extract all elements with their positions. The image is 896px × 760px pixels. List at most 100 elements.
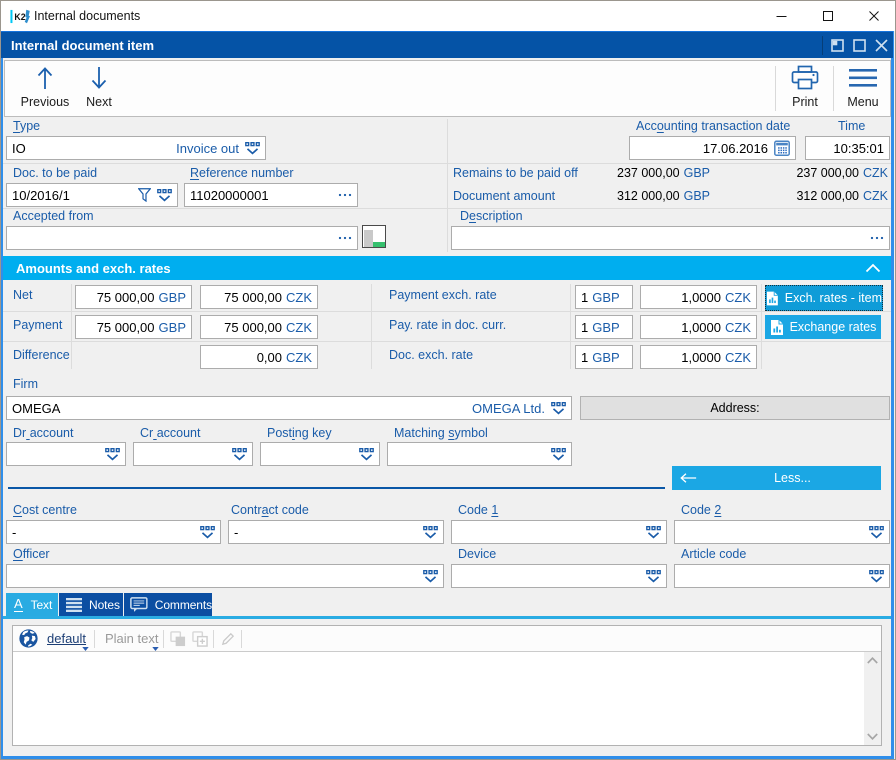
ellipsis-icon[interactable] xyxy=(338,193,352,197)
dropdown-icon[interactable] xyxy=(551,448,566,461)
dropdown-icon[interactable] xyxy=(200,526,215,539)
dropdown-icon[interactable] xyxy=(869,570,884,583)
contract-code-field[interactable]: - xyxy=(228,520,444,544)
doc-restore-button[interactable] xyxy=(827,35,847,56)
posting-key-field[interactable] xyxy=(260,442,380,466)
minimize-icon xyxy=(776,15,787,17)
cr-account-field[interactable] xyxy=(133,442,253,466)
acc-date-field[interactable]: 17.06.2016 xyxy=(629,136,796,160)
dropdown-icon[interactable] xyxy=(423,570,438,583)
toolbar-separator xyxy=(775,66,776,111)
tab-comments[interactable]: Comments xyxy=(124,593,212,616)
format-selector[interactable]: Plain text xyxy=(105,631,158,646)
collapse-chevron-icon[interactable] xyxy=(865,263,881,273)
code1-field[interactable] xyxy=(451,520,667,544)
editor-text-area[interactable] xyxy=(13,652,864,745)
doc-rate-field[interactable]: 1,0000 CZK xyxy=(640,345,757,369)
tab-text[interactable]: A Text xyxy=(6,593,58,616)
dropdown-icon[interactable] xyxy=(646,526,661,539)
scroll-down-icon[interactable] xyxy=(867,733,878,740)
pay-rate-doc-label: Pay. rate in doc. curr. xyxy=(389,318,507,332)
cost-centre-field[interactable]: - xyxy=(6,520,221,544)
copy-add-icon[interactable] xyxy=(192,631,208,647)
print-button[interactable]: Print xyxy=(777,63,833,114)
chevron-down-icon xyxy=(152,647,159,651)
dropdown-icon[interactable] xyxy=(245,142,260,155)
next-button[interactable]: Next xyxy=(71,63,127,114)
window-border xyxy=(1,756,894,759)
net-czk-field[interactable]: 75 000,00 CZK xyxy=(200,285,318,309)
reference-field[interactable]: 11020000001 xyxy=(184,183,358,207)
payment-gbp-field[interactable]: 75 000,00 GBP xyxy=(75,315,192,339)
doc-close-button[interactable] xyxy=(871,35,891,56)
calendar-icon[interactable] xyxy=(774,140,790,156)
time-field[interactable]: 10:35:01 xyxy=(805,136,890,160)
dropdown-icon[interactable] xyxy=(359,448,374,461)
globe-icon[interactable] xyxy=(19,629,38,648)
doc-maximize-icon xyxy=(852,39,866,52)
description-field[interactable] xyxy=(451,226,890,250)
doc-rate-label: Doc. exch. rate xyxy=(389,348,474,362)
payment-rate-label: Payment exch. rate xyxy=(389,288,497,302)
accepted-label: Accepted from xyxy=(13,209,94,223)
article-code-field[interactable] xyxy=(674,564,890,588)
code2-field[interactable] xyxy=(674,520,890,544)
exchange-rates-button[interactable]: Exchange rates xyxy=(765,315,881,339)
menu-button[interactable]: Menu xyxy=(835,63,891,114)
maximize-icon xyxy=(822,11,833,21)
ellipsis-icon[interactable] xyxy=(338,236,352,240)
net-gbp-field[interactable]: 75 000,00 GBP xyxy=(75,285,192,309)
print-label: Print xyxy=(792,95,818,109)
editor-scrollbar[interactable] xyxy=(864,652,881,745)
dropdown-icon[interactable] xyxy=(646,570,661,583)
exchange-rates-icon xyxy=(770,319,784,336)
remains-czk: 237 000,00 CZK xyxy=(796,166,888,180)
payment-czk-field[interactable]: 75 000,00 CZK xyxy=(200,315,318,339)
copy-icon[interactable] xyxy=(170,631,186,647)
dropdown-icon[interactable] xyxy=(105,448,120,461)
separator xyxy=(371,284,372,369)
ellipsis-icon[interactable] xyxy=(870,236,884,240)
doc-maximize-button[interactable] xyxy=(849,35,869,56)
edit-pencil-icon[interactable] xyxy=(220,631,236,647)
dropdown-icon[interactable] xyxy=(232,448,247,461)
close-button[interactable] xyxy=(851,1,896,31)
tab-notes[interactable]: Notes xyxy=(59,593,123,616)
dropdown-icon[interactable] xyxy=(551,402,566,415)
scroll-up-icon[interactable] xyxy=(867,657,878,664)
doc-to-pay-field[interactable]: 10/2016/1 xyxy=(6,183,178,207)
tab-text-label: Text xyxy=(30,597,53,612)
device-field[interactable] xyxy=(451,564,667,588)
exch-rates-item-button[interactable]: Exch. rates - item xyxy=(765,285,883,311)
device-label: Device xyxy=(458,547,497,561)
reference-label: Reference number xyxy=(190,166,294,180)
minimize-button[interactable] xyxy=(759,1,804,31)
pay-rate-doc-unit-field[interactable]: 1 GBP xyxy=(575,315,633,339)
matching-symbol-field[interactable] xyxy=(387,442,572,466)
dropdown-icon[interactable] xyxy=(423,526,438,539)
firm-field[interactable]: OMEGA OMEGA Ltd. xyxy=(6,396,572,420)
maximize-button[interactable] xyxy=(805,1,850,31)
pay-rate-doc-field[interactable]: 1,0000 CZK xyxy=(640,315,757,339)
language-selector[interactable]: default xyxy=(47,631,86,646)
officer-field[interactable] xyxy=(6,564,444,588)
filter-icon[interactable] xyxy=(138,188,151,202)
less-button[interactable]: Less... xyxy=(672,466,881,490)
payment-rate-field[interactable]: 1,0000 CZK xyxy=(640,285,757,309)
editor-toolbar-separator xyxy=(241,630,242,648)
payment-rate-unit-field[interactable]: 1 GBP xyxy=(575,285,633,309)
editor-toolbar-separator xyxy=(94,630,95,648)
type-field[interactable]: IO Invoice out xyxy=(6,136,266,160)
dropdown-icon[interactable] xyxy=(157,189,172,202)
dropdown-icon[interactable] xyxy=(869,526,884,539)
amounts-section-header[interactable]: Amounts and exch. rates xyxy=(3,256,891,280)
doc-amount-label: Document amount xyxy=(453,189,556,203)
separator xyxy=(71,284,72,369)
restore-icon xyxy=(830,39,844,52)
address-header[interactable]: Address: xyxy=(580,396,890,420)
dr-account-field[interactable] xyxy=(6,442,126,466)
difference-czk-field[interactable]: 0,00 CZK xyxy=(200,345,318,369)
doc-rate-unit-field[interactable]: 1 GBP xyxy=(575,345,633,369)
accepted-field[interactable] xyxy=(6,226,358,250)
previous-button[interactable]: Previous xyxy=(17,63,73,114)
